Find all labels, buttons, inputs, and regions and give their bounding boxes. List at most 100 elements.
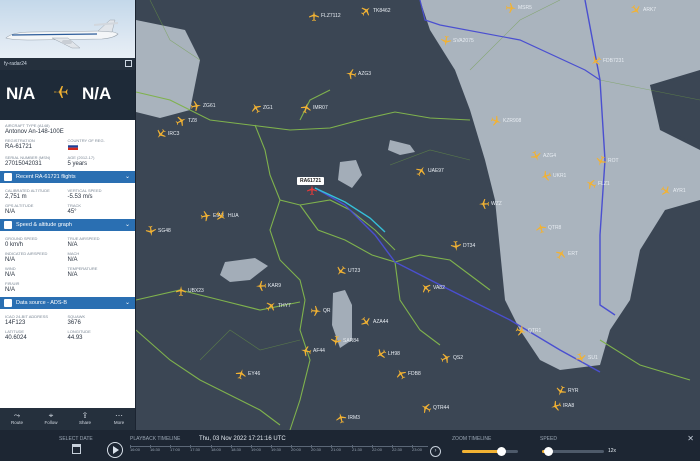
aircraft-marker[interactable] xyxy=(215,210,227,222)
squawk-value: 3676 xyxy=(67,320,81,326)
share-button[interactable]: ⇪ Share xyxy=(68,408,102,430)
zoom-timeline-slider[interactable] xyxy=(462,447,518,456)
longitude-value: 44.93 xyxy=(67,335,83,341)
timeline-tick-label: 18:30 xyxy=(231,445,242,452)
aircraft-marker[interactable] xyxy=(575,352,587,364)
aircraft-callsign: AZG4 xyxy=(543,153,557,159)
aircraft-marker[interactable] xyxy=(175,115,187,127)
aircraft-marker[interactable] xyxy=(335,412,347,424)
zoom-slider-knob[interactable] xyxy=(497,447,507,456)
speed-details: GROUND SPEED 0 km/h TRUE AIRSPEED N/A IN… xyxy=(0,233,135,294)
source-details: ICAO 24-BIT ADDRESS 14F123 SQUAWK 3676 L… xyxy=(0,311,135,342)
speed-altitude-section[interactable]: Speed & altitude graph ⌄ xyxy=(0,219,135,231)
aircraft-marker[interactable] xyxy=(200,210,212,222)
aircraft-callsign: UAE97 xyxy=(428,168,444,174)
chevron-down-icon: ⌄ xyxy=(124,300,130,306)
aircraft-marker[interactable] xyxy=(505,2,517,14)
aircraft-marker[interactable] xyxy=(335,265,347,277)
aircraft-callsign: ROT xyxy=(608,158,619,164)
aircraft-marker[interactable] xyxy=(660,185,672,197)
aircraft-marker[interactable] xyxy=(595,155,607,167)
aircraft-marker[interactable] xyxy=(190,100,202,112)
more-button[interactable]: ⋯ More xyxy=(102,408,135,430)
follow-button[interactable]: ⌖ Follow xyxy=(34,408,68,430)
aircraft-marker[interactable] xyxy=(310,305,322,317)
track-value: 45° xyxy=(67,209,77,215)
aircraft-marker[interactable] xyxy=(550,400,562,412)
aircraft-marker[interactable] xyxy=(395,368,407,380)
aircraft-callsign: VA82 xyxy=(433,285,445,291)
aircraft-marker[interactable] xyxy=(540,170,552,182)
route-button-label: Route xyxy=(10,420,23,425)
aircraft-marker[interactable] xyxy=(630,4,642,16)
aircraft-marker[interactable] xyxy=(175,285,187,297)
aircraft-marker[interactable] xyxy=(300,102,312,114)
aircraft-marker[interactable] xyxy=(235,368,247,380)
aircraft-callsign: TZ8 xyxy=(188,118,197,124)
aircraft-callsign: IRM3 xyxy=(348,415,360,421)
aircraft-callsign: MSR5 xyxy=(518,5,532,11)
aircraft-marker[interactable] xyxy=(555,248,567,260)
next-arrow-icon[interactable]: › xyxy=(430,446,441,457)
speed-slider-knob[interactable] xyxy=(544,447,554,456)
aircraft-marker[interactable] xyxy=(255,280,267,292)
recent-flights-section[interactable]: Recent RA-61721 flights ⌄ xyxy=(0,171,135,183)
speed-section-title: Speed & altitude graph xyxy=(16,222,72,228)
selected-aircraft-icon[interactable] xyxy=(306,184,318,196)
aircraft-marker[interactable] xyxy=(345,68,357,80)
expand-photo-icon[interactable] xyxy=(125,60,132,67)
timeline-tick-label: 19:00 xyxy=(251,445,262,452)
aircraft-marker[interactable] xyxy=(300,345,312,357)
aircraft-callsign: IMR07 xyxy=(313,105,328,111)
aircraft-callsign: WZZ xyxy=(491,201,502,207)
aircraft-marker[interactable] xyxy=(590,55,602,67)
aircraft-marker[interactable] xyxy=(155,128,167,140)
data-source-title: Data source - ADS-B xyxy=(16,300,68,306)
select-date-control[interactable]: SELECT DATE xyxy=(55,430,101,461)
aircraft-marker[interactable] xyxy=(478,198,490,210)
registration-value: RA-61721 xyxy=(5,144,33,150)
timeline-tick-label: 18:00 xyxy=(211,445,222,452)
aircraft-callsign: QTR1 xyxy=(528,328,542,334)
aircraft-marker[interactable] xyxy=(555,385,567,397)
aircraft-marker[interactable] xyxy=(420,402,432,414)
photo-credit-bar: fy-radar24 xyxy=(0,58,135,70)
aircraft-callsign: TK8462 xyxy=(373,8,391,14)
aircraft-marker[interactable] xyxy=(415,165,427,177)
aircraft-marker[interactable] xyxy=(360,5,372,17)
aircraft-marker[interactable] xyxy=(375,348,387,360)
icao-value: 14F123 xyxy=(5,320,26,326)
aircraft-photo: fy-radar24 xyxy=(0,0,135,70)
aircraft-marker[interactable] xyxy=(585,178,597,190)
aircraft-callsign: QR xyxy=(323,308,331,314)
wind-value: N/A xyxy=(5,272,16,278)
calendar-icon xyxy=(72,444,81,454)
close-icon[interactable]: ✕ xyxy=(687,434,694,443)
aircraft-marker[interactable] xyxy=(360,316,372,328)
aircraft-marker[interactable] xyxy=(440,35,452,47)
follow-button-label: Follow xyxy=(44,420,58,425)
timeline-tick-label: 23:00 xyxy=(412,445,423,452)
aircraft-marker[interactable] xyxy=(450,240,462,252)
aircraft-callsign: FDB8 xyxy=(408,371,421,377)
aircraft-marker[interactable] xyxy=(145,225,157,237)
play-button[interactable] xyxy=(107,442,123,458)
aircraft-marker[interactable] xyxy=(420,282,432,294)
playback-timeline[interactable]: 16:00 16:30 17:00 17:30 18:00 18:30 19:00 19:30… xyxy=(130,445,428,456)
aircraft-marker[interactable] xyxy=(265,300,277,312)
route-button[interactable]: ⤳ Route xyxy=(0,408,34,430)
aircraft-marker[interactable] xyxy=(440,352,452,364)
aircraft-marker[interactable] xyxy=(515,325,527,337)
data-source-section[interactable]: Data source - ADS-B ⌄ xyxy=(0,297,135,309)
aircraft-marker[interactable] xyxy=(250,102,262,114)
timeline-tick-label: 21:30 xyxy=(352,445,363,452)
playback-bar: SELECT DATE PLAYBACK TIMELINE Thu, 03 No… xyxy=(0,430,700,461)
aircraft-marker[interactable] xyxy=(330,335,342,347)
timeline-tick-label: 20:30 xyxy=(311,445,322,452)
aircraft-marker[interactable] xyxy=(535,222,547,234)
speed-slider[interactable] xyxy=(542,447,604,456)
more-button-label: More xyxy=(113,420,125,425)
aircraft-marker[interactable] xyxy=(308,10,320,22)
aircraft-marker[interactable] xyxy=(530,150,542,162)
aircraft-marker[interactable] xyxy=(490,115,502,127)
